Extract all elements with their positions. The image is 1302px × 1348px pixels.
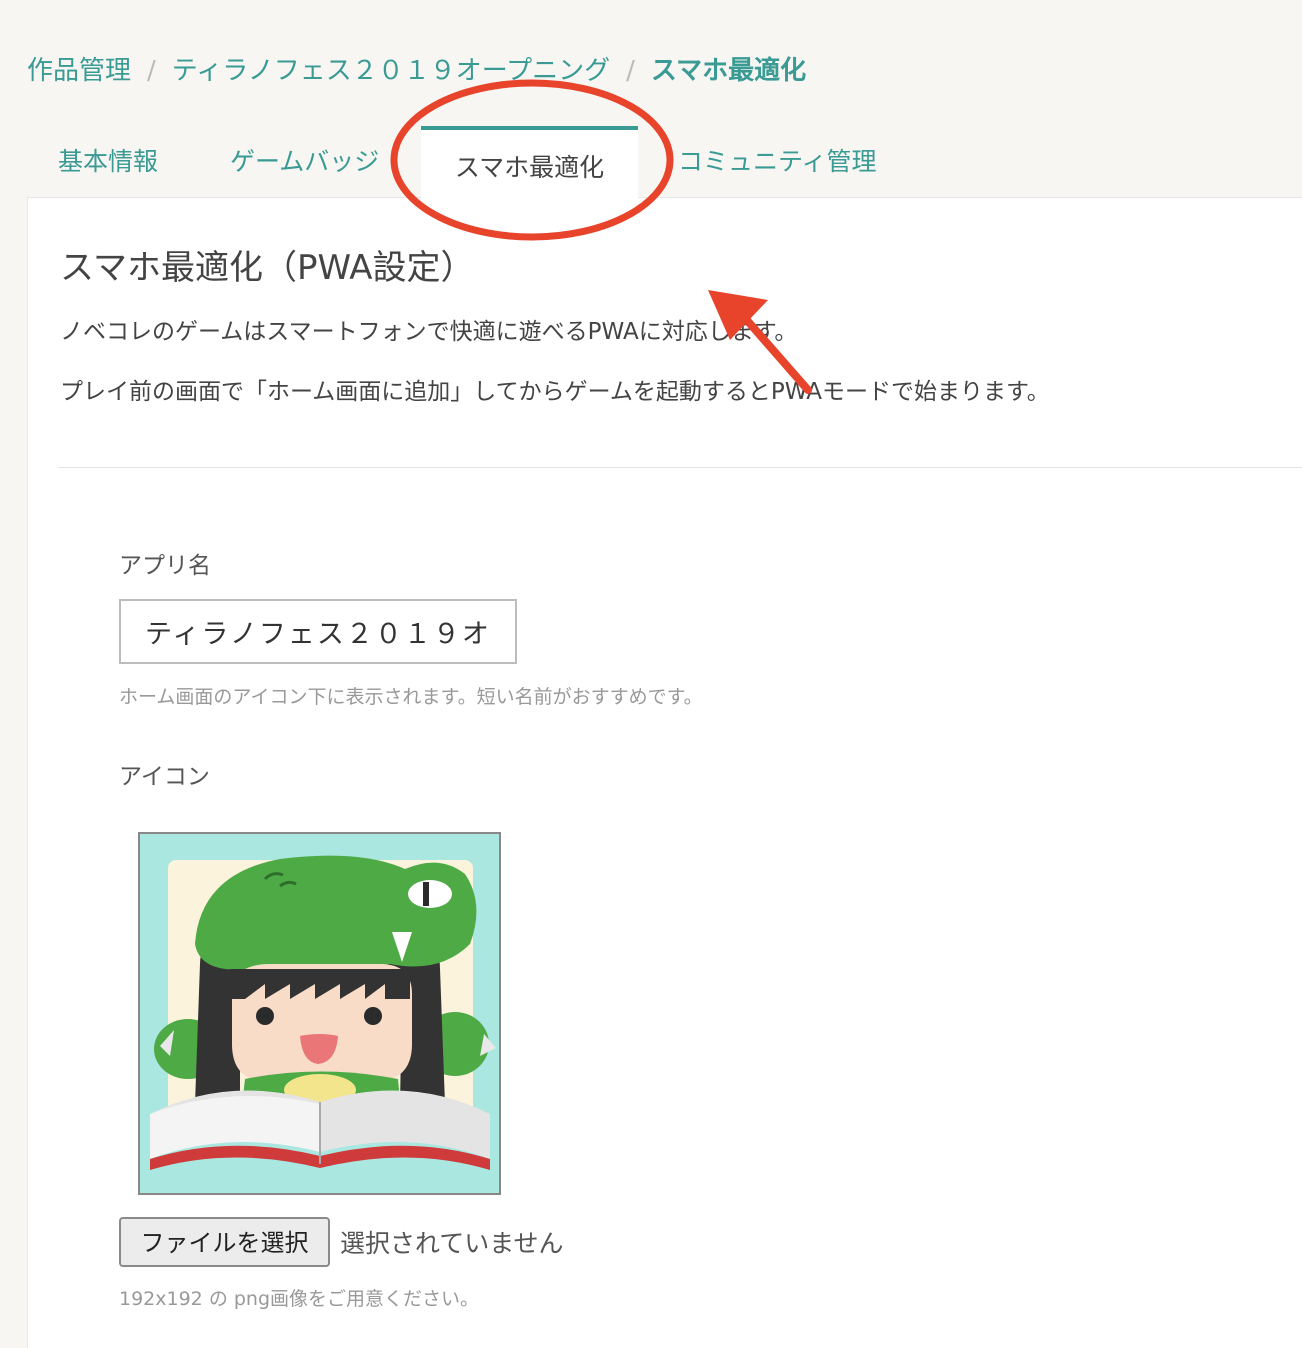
app-name-label: アプリ名 [119,553,211,579]
icon-preview [138,832,501,1195]
character-illustration [150,855,496,1170]
file-status: 選択されていません [340,1229,564,1258]
description-line-1: ノベコレのゲームはスマートフォンで快適に遊べるPWAに対応します。 [60,319,798,345]
tab-community[interactable]: コミュニティ管理 [678,142,877,178]
divider [58,467,1302,468]
description-line-2: プレイ前の画面で「ホーム画面に追加」してからゲームを起動するとPWAモードで始ま… [60,379,1050,405]
app-name-input[interactable] [119,599,517,664]
tab-game-badge[interactable]: ゲームバッジ [230,142,379,178]
icon-help: 192x192 の png画像をご用意ください。 [119,1288,480,1310]
choose-file-button[interactable]: ファイルを選択 [119,1217,330,1267]
icon-label: アイコン [119,764,210,790]
tab-pwa[interactable]: スマホ最適化 [421,126,638,200]
tab-bar: 基本情報 ゲームバッジ スマホ最適化 コミュニティ管理 [0,0,1302,200]
tab-basic-info[interactable]: 基本情報 [58,142,158,178]
page-title: スマホ最適化（PWA設定） [60,248,475,288]
app-name-help: ホーム画面のアイコン下に表示されます。短い名前がおすすめです。 [119,686,703,708]
